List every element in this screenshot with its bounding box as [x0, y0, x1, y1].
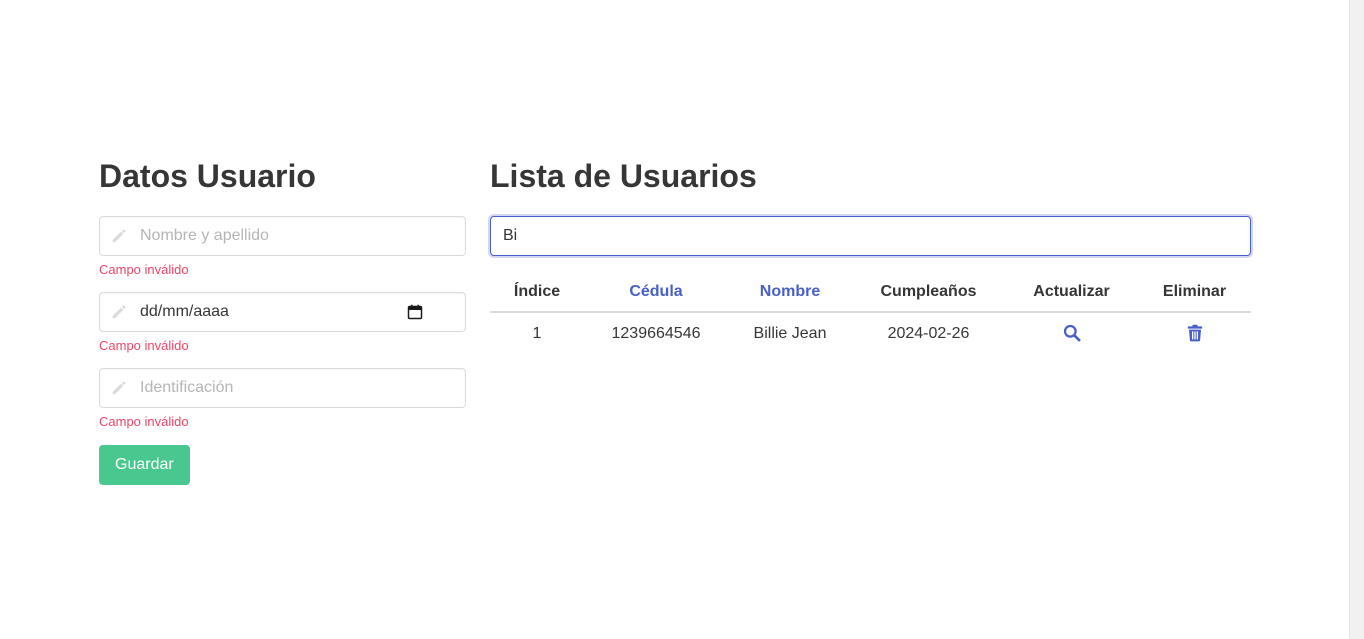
search-input[interactable]: [491, 217, 1250, 255]
birthday-input[interactable]: dd/mm/aaaa: [140, 293, 229, 331]
form-title: Datos Usuario: [99, 158, 316, 194]
cell-cumpleanos: 2024-02-26: [887, 324, 970, 342]
cell-cedula: 1239664546: [611, 324, 701, 342]
column-header-eliminar: Eliminar: [1138, 273, 1251, 313]
list-title: Lista de Usuarios: [490, 158, 757, 194]
name-field: Campo inválido: [99, 216, 466, 278]
column-header-nombre[interactable]: Nombre: [728, 273, 852, 313]
cell-update: [1005, 312, 1138, 354]
search-icon[interactable]: [1063, 324, 1081, 342]
id-control: [99, 368, 466, 408]
id-input[interactable]: [100, 369, 465, 407]
save-button[interactable]: Guardar: [99, 445, 190, 485]
name-input[interactable]: [100, 217, 465, 255]
column-header-cumpleanos: Cumpleaños: [852, 273, 1005, 313]
column-header-actualizar: Actualizar: [1005, 273, 1138, 313]
trash-icon[interactable]: [1186, 324, 1204, 342]
page-scrollbar[interactable]: [1349, 0, 1364, 639]
table-row: 1 1239664546 Billie Jean 2024-02-26: [490, 312, 1251, 354]
page: Datos Usuario Campo inválido dd/mm/aaaa: [0, 0, 1349, 639]
birthday-control[interactable]: dd/mm/aaaa: [99, 292, 466, 332]
id-error-text: Campo inválido: [99, 414, 189, 429]
search-control: [490, 216, 1251, 256]
table-header-row: Índice Cédula Nombre Cumpleaños Actualiz…: [490, 273, 1251, 313]
cell-index: 1: [532, 324, 542, 342]
column-header-index: Índice: [490, 273, 584, 313]
name-control: [99, 216, 466, 256]
pencil-icon: [112, 305, 126, 319]
users-table: Índice Cédula Nombre Cumpleaños Actualiz…: [490, 273, 1251, 354]
user-list: Lista de Usuarios Índice Cédula Nombre C…: [490, 150, 1251, 354]
birthday-error-text: Campo inválido: [99, 338, 189, 353]
cell-nombre: Billie Jean: [753, 324, 827, 342]
id-field: Campo inválido: [99, 368, 466, 430]
calendar-icon[interactable]: [407, 304, 423, 320]
column-header-cedula[interactable]: Cédula: [584, 273, 728, 313]
user-form: Datos Usuario Campo inválido dd/mm/aaaa: [99, 150, 466, 485]
birthday-field: dd/mm/aaaa Campo inválido: [99, 292, 466, 354]
name-error-text: Campo inválido: [99, 262, 189, 277]
cell-delete: [1138, 312, 1251, 354]
